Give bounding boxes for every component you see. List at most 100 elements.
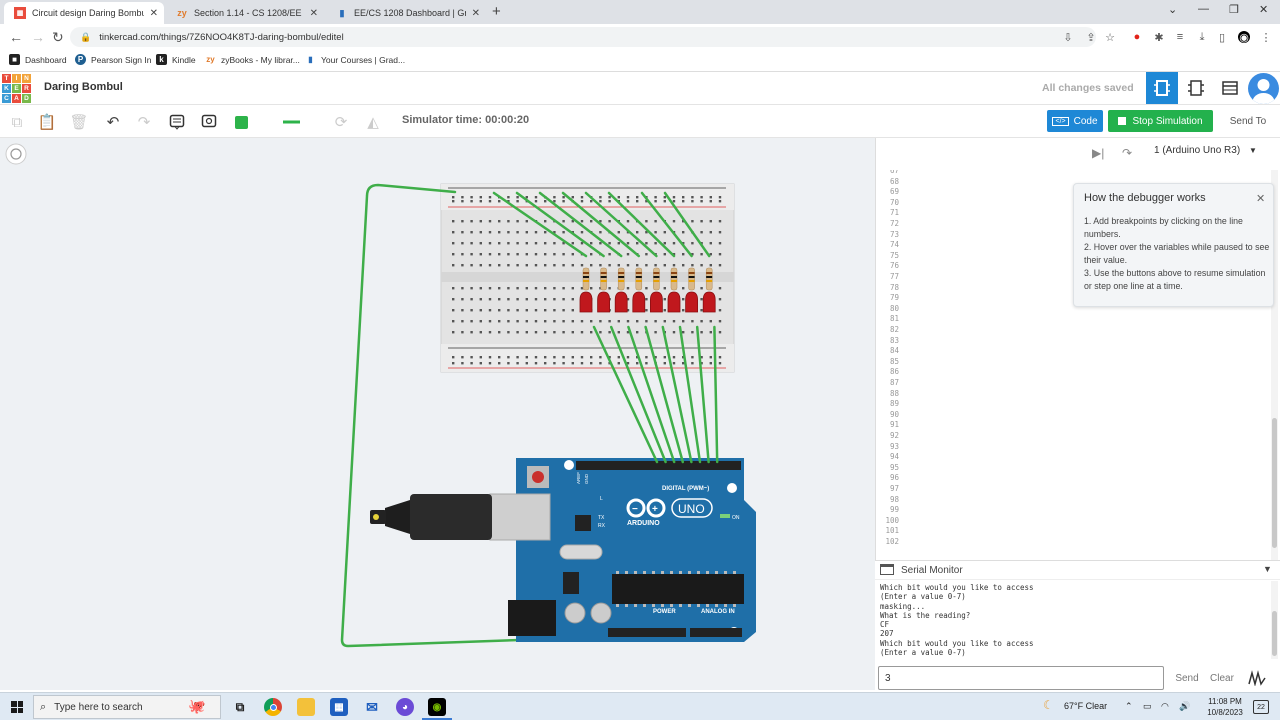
line-number-gutter[interactable]: 67 68 69 70 71 72 73 74 75 76 77 78 79 80 81 82 83 84 85 86… (877, 170, 899, 558)
sidepanel-icon[interactable]: ▯ (1216, 31, 1228, 44)
serial-monitor-header[interactable]: Serial Monitor ▼ (875, 561, 1280, 580)
line-number[interactable]: 81 (877, 314, 899, 323)
discord-icon[interactable]: ◕ (396, 698, 414, 716)
tab-zybooks[interactable]: zy Section 1.14 - CS 1208/EE 1208 ✕ (166, 2, 324, 24)
tab-tinkercad[interactable]: ▦ Circuit design Daring Bombul | Tinkerc… (4, 2, 164, 24)
bookmark-gradescope[interactable]: ▮ Your Courses | Grad... (305, 54, 405, 65)
close-icon[interactable]: ✕ (1256, 192, 1265, 205)
line-number[interactable]: 85 (877, 357, 899, 366)
step-over-icon[interactable]: ↷ (1122, 146, 1132, 160)
line-number[interactable]: 75 (877, 251, 899, 260)
resistor[interactable] (653, 267, 660, 291)
minimize-icon[interactable]: — (1198, 3, 1209, 15)
resistor[interactable] (705, 267, 713, 291)
resistor[interactable] (670, 267, 678, 291)
wifi-icon[interactable]: ◠ (1161, 701, 1169, 712)
resistor[interactable] (688, 267, 695, 291)
resistor[interactable] (600, 267, 607, 291)
led[interactable] (685, 291, 698, 313)
line-number[interactable]: 91 (877, 420, 899, 429)
arduino-uno[interactable]: − + ARDUINO UNO DIGITAL (PWM~) POWER ANA… (370, 458, 756, 642)
windows-start-icon[interactable] (11, 701, 23, 713)
led[interactable] (702, 291, 716, 313)
bookmark-kindle[interactable]: k Kindle (156, 54, 196, 65)
serial-send-button[interactable]: Send (1172, 666, 1202, 690)
line-number[interactable]: 97 (877, 484, 899, 493)
share-icon[interactable]: ⇪ (1085, 31, 1097, 44)
nvidia-icon[interactable]: ◉ (428, 698, 446, 716)
tab-close-icon[interactable]: ✕ (472, 8, 480, 19)
line-number[interactable]: 70 (877, 198, 899, 207)
line-number[interactable]: 76 (877, 261, 899, 270)
serial-scrollbar[interactable] (1271, 581, 1278, 659)
tray-overflow-icon[interactable]: ⌃ (1125, 701, 1133, 712)
serial-clear-button[interactable]: Clear (1207, 666, 1237, 690)
led[interactable] (650, 291, 663, 313)
task-view-icon[interactable]: ⧉ (231, 698, 249, 716)
line-number[interactable]: 99 (877, 505, 899, 514)
undo-icon[interactable]: ↶ (104, 113, 122, 131)
led[interactable] (667, 291, 681, 313)
component-list-button[interactable] (1214, 72, 1246, 104)
copy-icon[interactable]: ⧉ (8, 113, 26, 131)
circuit-view-button[interactable] (1146, 72, 1178, 104)
line-number[interactable]: 84 (877, 346, 899, 355)
notification-icon[interactable]: 22 (1253, 700, 1269, 714)
bookmark-pearson[interactable]: P Pearson Sign In (75, 54, 151, 65)
serial-input[interactable] (878, 666, 1164, 690)
octopus-icon[interactable]: 🐙 (188, 697, 206, 715)
back-icon[interactable]: ← (9, 29, 23, 45)
line-number[interactable]: 71 (877, 208, 899, 217)
line-number[interactable]: 74 (877, 240, 899, 249)
resistor[interactable] (635, 267, 643, 291)
tab-close-icon[interactable]: ✕ (150, 8, 158, 19)
file-explorer-icon[interactable] (297, 698, 315, 716)
circuit-canvas[interactable]: − + ARDUINO UNO DIGITAL (PWM~) POWER ANA… (0, 138, 875, 690)
resistor[interactable] (617, 267, 625, 291)
project-name[interactable]: Daring Bombul (44, 81, 123, 93)
schematic-view-button[interactable] (1180, 72, 1212, 104)
delete-icon[interactable]: 🗑 (69, 113, 88, 131)
line-number[interactable]: 68 (877, 177, 899, 186)
forward-icon[interactable]: → (31, 29, 45, 45)
line-number[interactable]: 89 (877, 399, 899, 408)
led[interactable] (632, 291, 646, 313)
bookmark-zybooks[interactable]: zy zyBooks - My librar... (205, 54, 300, 65)
tinkercad-logo[interactable]: TIN KER CAD (2, 74, 31, 103)
new-tab-icon[interactable]: + (492, 3, 501, 20)
rotate-icon[interactable]: ⟳ (332, 113, 350, 131)
code-button[interactable]: </> Code (1047, 110, 1103, 132)
line-number[interactable]: 72 (877, 219, 899, 228)
led[interactable] (614, 291, 628, 313)
bookmark-star-icon[interactable]: ☆ (1104, 31, 1116, 44)
weather-text[interactable]: 67°F Clear (1064, 701, 1107, 711)
line-number[interactable]: 98 (877, 495, 899, 504)
line-number[interactable]: 101 (877, 526, 899, 535)
bookmark-dashboard[interactable]: ■ Dashboard (9, 54, 67, 65)
opera-extension-icon[interactable]: ● (1131, 31, 1143, 43)
line-number[interactable]: 78 (877, 283, 899, 292)
line-number[interactable]: 100 (877, 516, 899, 525)
line-number[interactable]: 96 (877, 473, 899, 482)
collapse-icon[interactable]: ▼ (1263, 564, 1272, 574)
line-number[interactable]: 93 (877, 442, 899, 451)
profile-icon[interactable]: ◉ (1238, 31, 1250, 44)
line-number[interactable]: 88 (877, 389, 899, 398)
line-number[interactable]: 87 (877, 378, 899, 387)
extensions-icon[interactable]: ✱ (1153, 31, 1165, 44)
line-number[interactable]: 77 (877, 272, 899, 281)
wire-color-picker[interactable] (234, 113, 252, 131)
line-number[interactable]: 95 (877, 463, 899, 472)
device-select[interactable]: 1 (Arduino Uno R3) ▼ (1154, 145, 1257, 156)
line-number[interactable]: 102 (877, 537, 899, 546)
serial-plotter-button[interactable] (1245, 666, 1269, 690)
line-number[interactable]: 79 (877, 293, 899, 302)
browser-menu-icon[interactable]: ⋮ (1260, 31, 1272, 44)
reading-list-icon[interactable]: ≡ (1174, 31, 1186, 43)
system-clock[interactable]: 11:08 PM 10/8/2023 (1205, 696, 1245, 718)
store-icon[interactable]: ▦ (330, 698, 348, 716)
user-avatar[interactable] (1248, 73, 1279, 104)
tab-search-icon[interactable]: ⌄ (1168, 3, 1177, 16)
led[interactable] (579, 291, 593, 313)
notes-icon[interactable] (168, 113, 186, 131)
